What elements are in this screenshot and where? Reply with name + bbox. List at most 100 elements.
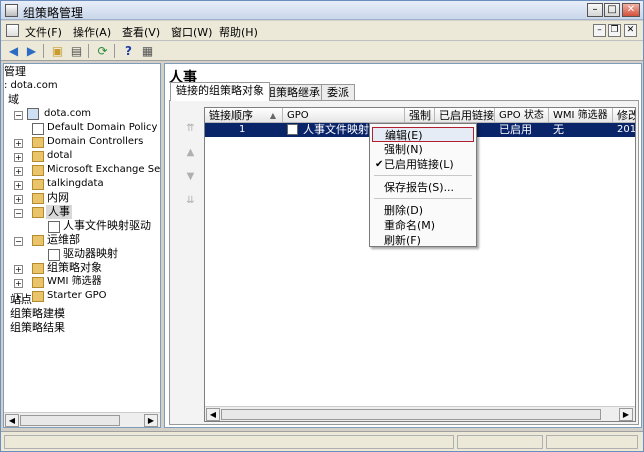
tree-domains[interactable]: 域	[8, 93, 19, 107]
menu-file[interactable]: 文件(F)	[25, 24, 62, 40]
move-down-icon[interactable]: ▼	[184, 171, 197, 184]
expand-icon[interactable]: +	[14, 195, 23, 204]
ou-folder-icon	[32, 207, 44, 218]
menu-view[interactable]: 查看(V)	[122, 24, 160, 40]
mdi-restore-button[interactable]: ❐	[608, 24, 621, 37]
tree-item-default-domain-policy[interactable]: Default Domain Policy	[47, 121, 157, 135]
scroll-left-icon[interactable]: ◀	[206, 408, 220, 421]
cell-gpo-status: 已启用	[499, 123, 532, 136]
column-gpo[interactable]: GPO	[283, 108, 405, 123]
minimize-button[interactable]: –	[587, 3, 603, 17]
menu-item-link-enabled[interactable]: ✔ 已启用链接(L)	[372, 157, 474, 172]
tree-root[interactable]: 管理	[4, 65, 26, 79]
cell-wmi-filter: 无	[553, 123, 564, 136]
move-bottom-icon[interactable]: ⇊	[184, 195, 197, 208]
ou-folder-icon	[32, 137, 44, 148]
column-link-enabled[interactable]: 已启用链接	[435, 108, 495, 123]
menu-action[interactable]: 操作(A)	[73, 24, 111, 40]
tree-item-hr-selected[interactable]: 人事	[46, 205, 72, 219]
table-horizontal-scrollbar[interactable]: ◀ ▶	[205, 406, 635, 421]
menu-window[interactable]: 窗口(W)	[171, 24, 212, 40]
scroll-thumb[interactable]	[221, 409, 601, 420]
toolbar: ◀ ▶ ▣ ▤ ⟳ ? ▦	[1, 41, 643, 61]
expand-icon[interactable]: +	[14, 181, 23, 190]
scroll-thumb[interactable]	[20, 415, 120, 426]
menu-item-enforce[interactable]: 强制(N)	[372, 142, 474, 157]
tree-item-microsoft-exchange[interactable]: Microsoft Exchange Secu	[47, 163, 160, 177]
menu-separator	[374, 198, 472, 199]
menu-item-save-report[interactable]: 保存报告(S)...	[372, 180, 474, 195]
collapse-icon[interactable]: −	[14, 111, 23, 120]
column-enforced[interactable]: 强制	[405, 108, 435, 123]
scroll-right-icon[interactable]: ▶	[619, 408, 633, 421]
gpo-link-icon	[32, 123, 44, 135]
scroll-right-icon[interactable]: ▶	[144, 414, 158, 427]
menu-item-refresh[interactable]: 刷新(F)	[372, 233, 474, 248]
tree-forest[interactable]: : dota.com	[4, 79, 58, 93]
gpo-folder-icon	[32, 263, 44, 274]
tree-item-dotal[interactable]: dotal	[47, 149, 72, 163]
mdi-minimize-button[interactable]: –	[593, 24, 606, 37]
show-tree-icon[interactable]: ▤	[68, 43, 85, 59]
move-top-icon[interactable]: ⇈	[184, 123, 197, 136]
tree-horizontal-scrollbar[interactable]: ◀ ▶	[4, 412, 160, 427]
column-link-order[interactable]: 链接顺序 ▲	[205, 108, 283, 123]
toolbar-separator	[114, 44, 115, 58]
expand-icon[interactable]: +	[14, 139, 23, 148]
toolbar-separator	[43, 44, 44, 58]
tree-item-talkingdata[interactable]: talkingdata	[47, 177, 104, 191]
ou-folder-icon	[32, 179, 44, 190]
gpo-link-icon	[48, 249, 60, 261]
console-icon[interactable]: ▦	[139, 43, 156, 59]
tree-item-intranet[interactable]: 内网	[47, 191, 69, 205]
expand-icon[interactable]: +	[14, 265, 23, 274]
move-up-icon[interactable]: ▲	[184, 147, 197, 160]
toolbar-separator	[88, 44, 89, 58]
column-modified[interactable]: 修改	[613, 108, 635, 123]
sort-ascending-icon: ▲	[269, 111, 276, 120]
collapse-icon[interactable]: −	[14, 237, 23, 246]
help-icon[interactable]: ?	[120, 43, 137, 59]
tree-domain[interactable]: dota.com	[44, 107, 91, 121]
cell-order: 1	[239, 124, 246, 135]
menu-item-rename[interactable]: 重命名(M)	[372, 218, 474, 233]
status-segment	[4, 435, 454, 449]
tree-item-starter-gpo[interactable]: Starter GPO	[47, 289, 107, 303]
wmi-folder-icon	[32, 277, 44, 288]
back-arrow-icon[interactable]: ◀	[5, 43, 22, 59]
expand-icon[interactable]: +	[14, 167, 23, 176]
refresh-icon[interactable]: ⟳	[94, 43, 111, 59]
expand-icon[interactable]: +	[14, 279, 23, 288]
starter-gpo-folder-icon	[32, 291, 44, 302]
tree-item-drive-mapping[interactable]: 驱动器映射	[63, 247, 118, 261]
tree-gp-results[interactable]: 组策略结果	[10, 321, 65, 335]
cell-modified: 201	[617, 124, 636, 135]
collapse-icon[interactable]: −	[14, 209, 23, 218]
tree-item-domain-controllers[interactable]: Domain Controllers	[47, 135, 143, 149]
tree-item-ops[interactable]: 运维部	[47, 233, 80, 247]
gpmc-app-icon	[5, 4, 18, 17]
maximize-button[interactable]: □	[604, 3, 620, 17]
up-folder-icon[interactable]: ▣	[49, 43, 66, 59]
close-button[interactable]: ✕	[622, 3, 640, 17]
ou-folder-icon	[32, 235, 44, 246]
tab-linked-gpos[interactable]: 链接的组策略对象	[170, 82, 270, 101]
tree-gp-modeling[interactable]: 组策略建模	[10, 307, 65, 321]
expand-icon[interactable]: +	[14, 153, 23, 162]
scroll-left-icon[interactable]: ◀	[5, 414, 19, 427]
tree-sites[interactable]: 站点	[10, 293, 32, 307]
tree-item-wmi-filters[interactable]: WMI 筛选器	[47, 275, 102, 289]
tree-pane: 管理 : dota.com 域 − dota.com Default Domai…	[3, 63, 161, 428]
tree-item-hr-drive-mapping-gpo[interactable]: 人事文件映射驱动	[63, 219, 151, 233]
app-window: 组策略管理 – □ ✕ 文件(F) 操作(A) 查看(V) 窗口(W) 帮助(H…	[0, 0, 644, 452]
menu-item-edit[interactable]: 编辑(E)	[372, 127, 474, 142]
ou-folder-icon	[32, 165, 44, 176]
tree-item-gpo-objects[interactable]: 组策略对象	[47, 261, 102, 275]
menu-item-delete[interactable]: 删除(D)	[372, 203, 474, 218]
menu-help[interactable]: 帮助(H)	[219, 24, 258, 40]
mdi-close-button[interactable]: ✕	[624, 24, 637, 37]
column-wmi-filter[interactable]: WMI 筛选器	[549, 108, 613, 123]
column-gpo-status[interactable]: GPO 状态	[495, 108, 549, 123]
tab-delegation[interactable]: 委派	[321, 84, 355, 100]
forward-arrow-icon[interactable]: ▶	[23, 43, 40, 59]
